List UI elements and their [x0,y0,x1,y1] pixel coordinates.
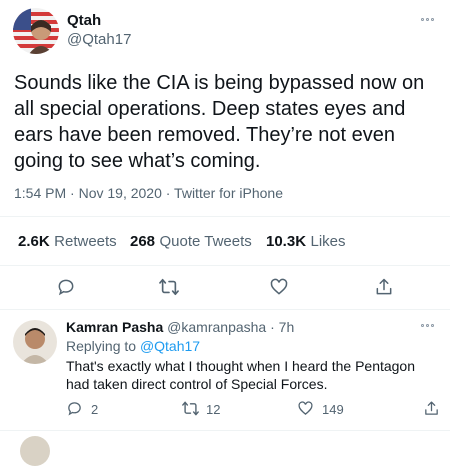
like-icon[interactable] [297,400,314,417]
reply-author-name[interactable]: Kamran Pasha [66,319,163,335]
divider [0,265,450,266]
reply-header: Kamran Pasha @kamranpasha · 7h [66,319,294,335]
quote-tweets-stat[interactable]: 268 Quote Tweets [130,233,252,251]
reply-author-avatar[interactable] [13,320,57,364]
replying-to-prefix: Replying to [66,338,137,354]
author-name[interactable]: Qtah [67,12,101,29]
replying-to-handle[interactable]: @Qtah17 [140,338,200,354]
replying-to: Replying to @Qtah17 [66,338,200,354]
retweets-stat[interactable]: 2.6K Retweets [18,233,117,251]
likes-label: Likes [310,233,346,250]
reply-time[interactable]: · 7h [270,319,294,335]
share-icon[interactable] [374,277,394,297]
quote-count: 268 [130,233,156,250]
reply-like-count: 149 [322,402,344,417]
divider [0,430,450,431]
retweet-icon[interactable] [181,400,200,417]
author-handle[interactable]: @Qtah17 [67,31,131,48]
tweet-text: Sounds like the CIA is being bypassed no… [14,72,425,172]
reply-icon[interactable] [66,400,83,417]
tweet-timestamp[interactable]: 1:54 PM · Nov 19, 2020 · Twitter for iPh… [14,185,283,201]
likes-stat[interactable]: 10.3K Likes [266,233,346,251]
reply-text: That's exactly what I thought when I hea… [66,358,416,392]
reply-icon[interactable] [56,277,76,297]
retweets-label: Retweets [54,233,117,250]
like-icon[interactable] [269,277,289,297]
more-icon[interactable] [421,324,434,327]
reply-author-handle[interactable]: @kamranpasha [167,319,266,335]
divider [0,216,450,217]
retweet-icon[interactable] [158,277,180,297]
divider [0,309,450,310]
retweets-count: 2.6K [18,233,50,250]
reply-retweet-count: 12 [206,402,221,417]
next-reply-avatar[interactable] [20,436,50,466]
more-icon[interactable] [421,18,434,21]
quote-label: Quote Tweets [159,233,252,250]
likes-count: 10.3K [266,233,307,250]
author-avatar[interactable] [13,8,59,54]
reply-count: 2 [91,402,99,417]
share-icon[interactable] [423,400,440,417]
